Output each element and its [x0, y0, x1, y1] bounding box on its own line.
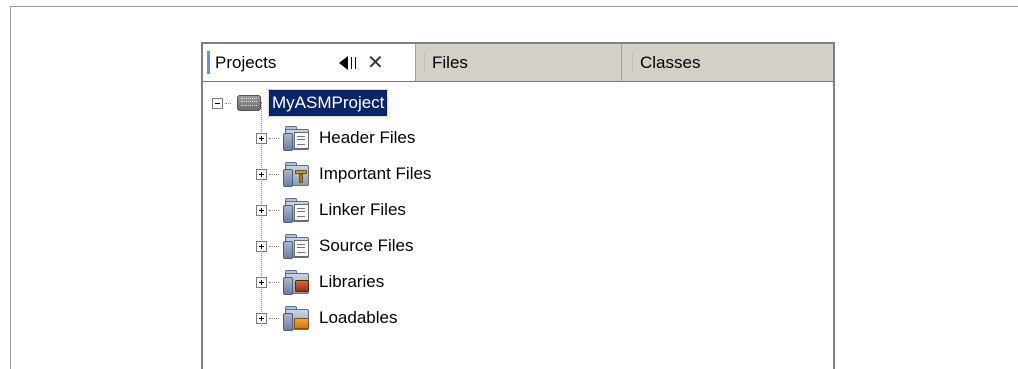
tab-projects-label: Projects	[215, 53, 277, 72]
projects-panel: Projects ✕ Files Classes MyASMProject He…	[201, 42, 835, 369]
tab-separator	[632, 53, 633, 73]
tree-row-important-files[interactable]: Important Files	[256, 157, 431, 191]
tree-row-project[interactable]: MyASMProject	[212, 86, 389, 120]
expand-icon[interactable]	[256, 276, 267, 288]
folder-important-icon	[283, 162, 311, 187]
tab-files-label: Files	[432, 53, 468, 72]
folder-library-icon	[283, 270, 311, 295]
tab-files[interactable]: Files	[416, 44, 622, 81]
tree-row-linker-files[interactable]: Linker Files	[256, 193, 406, 227]
collapse-icon[interactable]	[212, 97, 223, 109]
tree-row-source-files[interactable]: Source Files	[256, 229, 413, 263]
tree-item-label: Libraries	[319, 272, 385, 291]
chip-icon	[237, 95, 261, 111]
expand-icon[interactable]	[256, 204, 267, 216]
expand-icon[interactable]	[256, 312, 267, 324]
folder-document-icon	[283, 234, 311, 259]
minimize-window-icon[interactable]	[339, 55, 361, 70]
tree-row-header-files[interactable]: Header Files	[256, 121, 415, 155]
tree-item-label: Linker Files	[319, 200, 406, 219]
tree-item-label: Header Files	[319, 128, 416, 147]
tab-separator	[424, 53, 425, 73]
tree-item-label: Loadables	[319, 308, 398, 327]
expand-icon[interactable]	[256, 240, 267, 252]
tab-projects[interactable]: Projects ✕	[203, 44, 416, 81]
tab-classes[interactable]: Classes	[622, 44, 833, 81]
project-name-label: MyASMProject	[267, 89, 389, 117]
tree-row-loadables[interactable]: Loadables	[256, 301, 397, 335]
tree-connector	[269, 245, 279, 247]
tree-connector	[225, 102, 231, 104]
expand-icon[interactable]	[256, 168, 267, 180]
close-icon[interactable]: ✕	[367, 53, 384, 73]
panel-tab-bar: Projects ✕ Files Classes	[203, 44, 833, 82]
tree-connector	[269, 173, 279, 175]
folder-loadable-icon	[283, 306, 311, 331]
folder-document-icon	[283, 198, 311, 223]
tree-item-label: Source Files	[319, 236, 414, 255]
folder-document-icon	[283, 126, 311, 151]
tree-connector	[269, 137, 279, 139]
tree-row-libraries[interactable]: Libraries	[256, 265, 384, 299]
tab-classes-label: Classes	[640, 53, 701, 72]
expand-icon[interactable]	[256, 132, 267, 144]
tree-connector	[269, 209, 279, 211]
tree-item-label: Important Files	[319, 164, 432, 183]
tree-connector	[269, 281, 279, 283]
tree-connector	[269, 317, 279, 319]
tab-controls: ✕	[339, 44, 384, 81]
